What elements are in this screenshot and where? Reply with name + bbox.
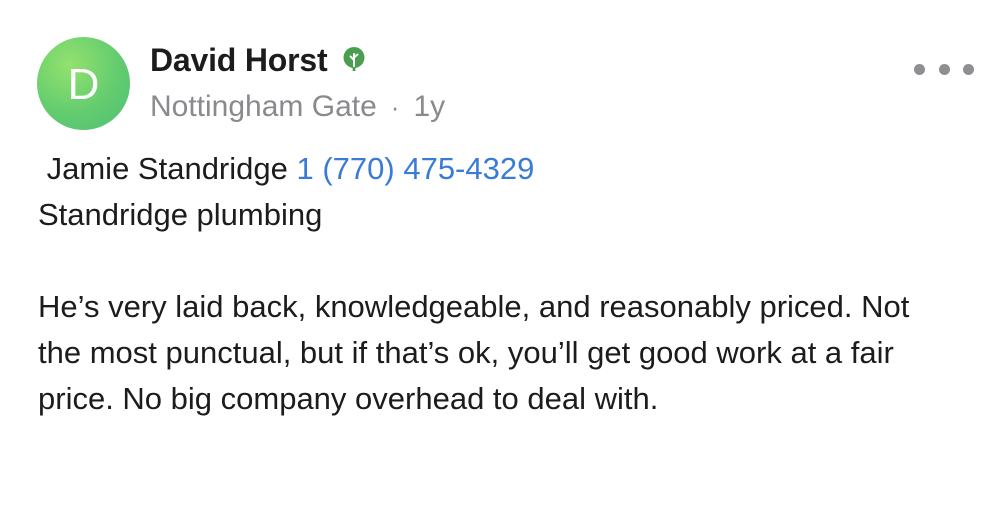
contact-line: Jamie Standridge 1 (770) 475-4329 bbox=[38, 146, 968, 192]
phone-link[interactable]: 1 (770) 475-4329 bbox=[297, 151, 535, 186]
author-name[interactable]: David Horst bbox=[150, 42, 328, 79]
more-horizontal-icon bbox=[938, 63, 950, 75]
more-horizontal-icon bbox=[914, 63, 925, 75]
avatar[interactable]: D bbox=[37, 37, 130, 130]
post-body: Jamie Standridge 1 (770) 475-4329 Standr… bbox=[38, 146, 968, 422]
neighborhood-link[interactable]: Nottingham Gate bbox=[150, 90, 377, 124]
post-card: D David Horst Nottingham Gate · 1y Jamie… bbox=[0, 0, 1000, 514]
more-options-button[interactable] bbox=[914, 56, 974, 82]
meta-separator: · bbox=[390, 91, 400, 122]
review-text: He’s very laid back, knowledgeable, and … bbox=[38, 284, 968, 422]
business-name: Standridge plumbing bbox=[38, 197, 323, 232]
author-row: David Horst bbox=[150, 38, 369, 82]
post-meta: Nottingham Gate · 1y bbox=[150, 86, 445, 128]
post-age: 1y bbox=[413, 90, 446, 123]
tree-badge-icon bbox=[343, 47, 365, 71]
contact-name: Jamie Standridge bbox=[38, 151, 288, 186]
avatar-letter: D bbox=[67, 59, 100, 109]
review-paragraph: He’s very laid back, knowledgeable, and … bbox=[38, 289, 910, 416]
more-horizontal-icon bbox=[963, 63, 974, 75]
